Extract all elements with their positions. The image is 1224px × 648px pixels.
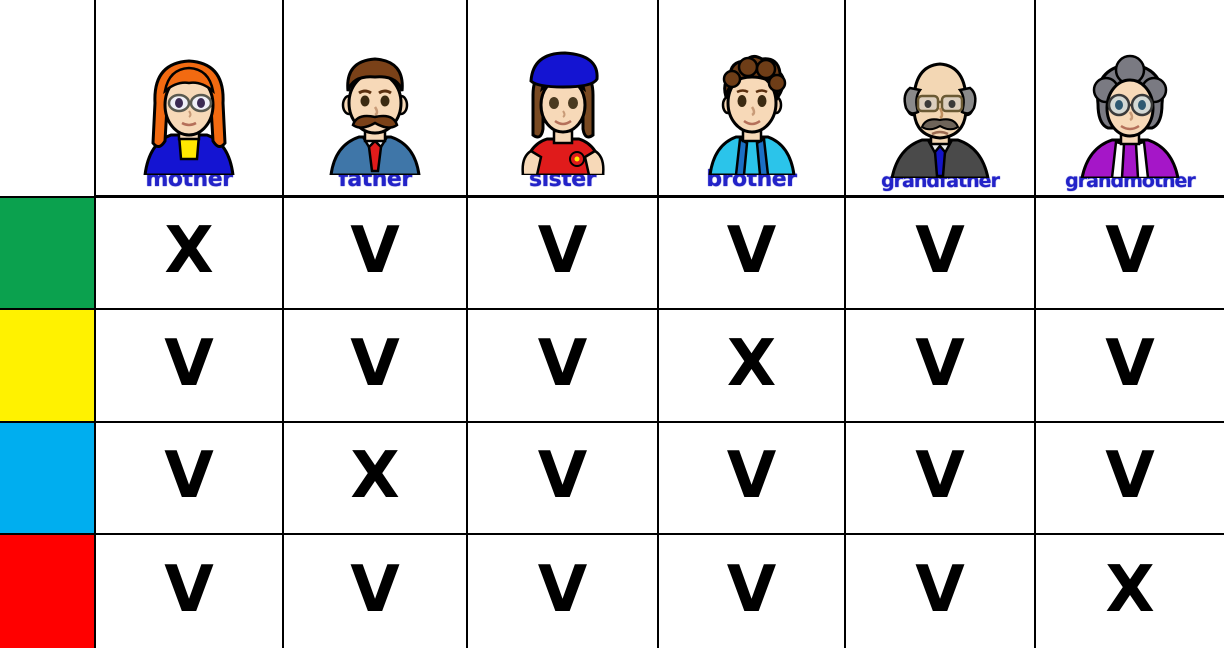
cell-mark: V <box>350 326 400 401</box>
grandmother-portrait: grandmother <box>1036 0 1224 195</box>
cell-mark: V <box>537 326 588 401</box>
cell-mark: X <box>726 326 777 401</box>
table-cell[interactable]: V <box>846 535 1036 648</box>
table-cell[interactable]: V <box>1036 310 1224 423</box>
table-cell[interactable]: V <box>96 535 284 648</box>
family-checklist-table: mother father sister brother grandfather… <box>0 0 1224 648</box>
column-header-brother[interactable]: brother <box>659 0 846 198</box>
table-cell[interactable]: V <box>846 310 1036 423</box>
sister-portrait-icon <box>489 47 637 175</box>
table-cell[interactable]: X <box>96 198 284 310</box>
table-cell[interactable]: V <box>468 535 659 648</box>
table-cell[interactable]: V <box>1036 423 1224 535</box>
father-portrait: father <box>284 0 466 195</box>
cell-mark: V <box>1105 214 1155 288</box>
table-cell[interactable]: V <box>468 310 659 423</box>
grandmother-portrait-icon <box>1056 50 1204 178</box>
cell-mark: V <box>1105 439 1155 513</box>
column-header-sister[interactable]: sister <box>468 0 659 198</box>
cell-mark: V <box>164 326 214 401</box>
mother-portrait: mother <box>96 0 282 195</box>
cell-mark: V <box>726 552 777 627</box>
table-cell[interactable]: X <box>284 423 468 535</box>
sister-portrait: sister <box>468 0 657 195</box>
column-header-grandfather[interactable]: grandfather <box>846 0 1036 198</box>
column-header-grandmother[interactable]: grandmother <box>1036 0 1224 198</box>
cell-mark: V <box>915 326 965 401</box>
cell-mark: V <box>726 214 777 288</box>
table-cell[interactable]: X <box>659 310 846 423</box>
cell-mark: V <box>350 214 400 288</box>
brother-portrait: brother <box>659 0 844 195</box>
brother-portrait-icon <box>678 47 826 175</box>
cell-mark: X <box>350 439 400 513</box>
table-corner-cell <box>0 0 96 198</box>
table-cell[interactable]: V <box>1036 198 1224 310</box>
cell-mark: V <box>915 552 965 627</box>
row-color-swatch-cyan <box>0 423 96 535</box>
cell-mark: V <box>915 439 965 513</box>
grandfather-portrait: grandfather <box>846 0 1034 195</box>
table-cell[interactable]: V <box>659 423 846 535</box>
father-portrait-icon <box>301 47 449 175</box>
table-cell[interactable]: X <box>1036 535 1224 648</box>
cell-mark: V <box>164 552 214 627</box>
cell-mark: V <box>915 214 965 288</box>
grandfather-portrait-icon <box>866 50 1014 178</box>
table-cell[interactable]: V <box>659 535 846 648</box>
table-cell[interactable]: V <box>468 198 659 310</box>
table-cell[interactable]: V <box>659 198 846 310</box>
table-cell[interactable]: V <box>468 423 659 535</box>
row-color-swatch-green <box>0 198 96 310</box>
row-color-swatch-red <box>0 535 96 648</box>
mother-portrait-icon <box>115 47 263 175</box>
cell-mark: V <box>1105 326 1155 401</box>
cell-mark: V <box>164 439 214 513</box>
cell-mark: V <box>537 214 588 288</box>
table-cell[interactable]: V <box>96 310 284 423</box>
table-cell[interactable]: V <box>846 198 1036 310</box>
column-header-mother[interactable]: mother <box>96 0 284 198</box>
table-cell[interactable]: V <box>846 423 1036 535</box>
table-cell[interactable]: V <box>284 535 468 648</box>
cell-mark: V <box>350 552 400 627</box>
cell-mark: X <box>164 214 214 288</box>
cell-mark: V <box>726 439 777 513</box>
row-color-swatch-yellow <box>0 310 96 423</box>
table-cell[interactable]: V <box>284 198 468 310</box>
column-header-father[interactable]: father <box>284 0 468 198</box>
cell-mark: V <box>537 439 588 513</box>
cell-mark: X <box>1105 552 1155 627</box>
table-cell[interactable]: V <box>96 423 284 535</box>
cell-mark: V <box>537 552 588 627</box>
table-cell[interactable]: V <box>284 310 468 423</box>
